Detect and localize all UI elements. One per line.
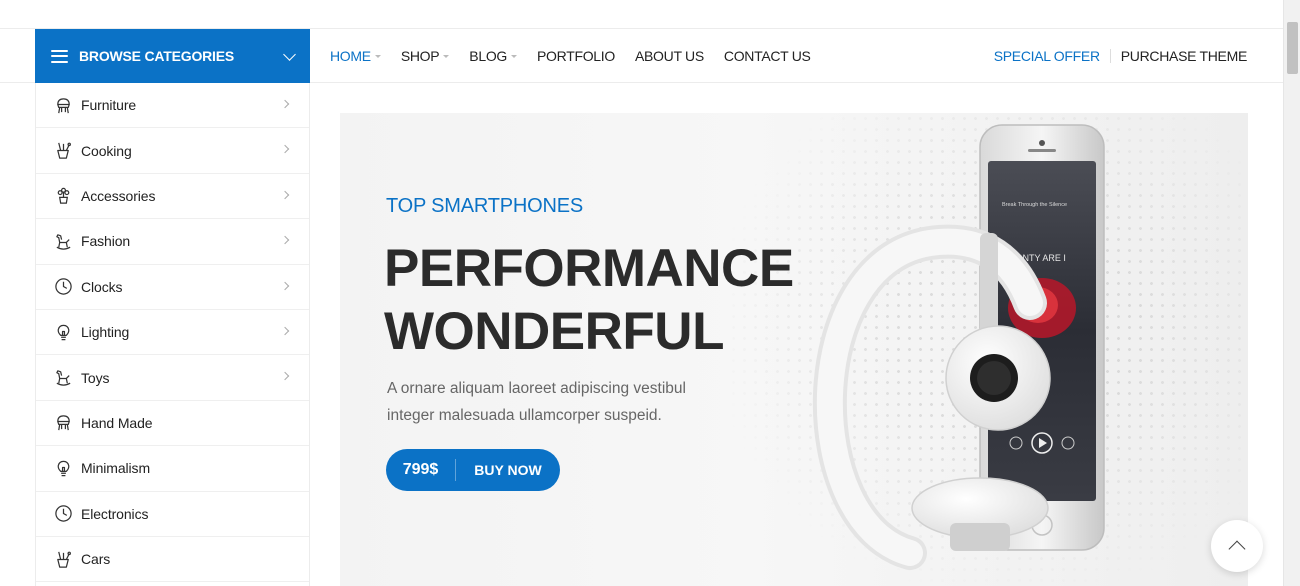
nav-label: CONTACT US: [723, 48, 811, 64]
clock-icon: [53, 504, 73, 524]
primary-nav: HOME SHOP BLOG PORTFOLIO ABOUT US CONTACT US: [330, 29, 831, 83]
phone-song-title: Break Through the Silence: [1002, 202, 1067, 208]
sidebar-item-furniture[interactable]: Furniture: [36, 83, 309, 129]
page-scrollbar[interactable]: [1283, 0, 1300, 586]
nav-blog[interactable]: BLOG: [469, 48, 518, 64]
purchase-theme-link[interactable]: PURCHASE THEME: [1121, 48, 1248, 64]
sidebar-item-label: Fashion: [81, 233, 131, 250]
nav-label: SHOP: [400, 48, 440, 64]
buy-now-button[interactable]: 799$ BUY NOW: [386, 449, 560, 491]
top-strip: [0, 0, 1283, 29]
nav-about-us[interactable]: ABOUT US: [635, 48, 704, 64]
browse-categories-label: BROWSE CATEGORIES: [79, 48, 235, 64]
sidebar-item-fashion[interactable]: Fashion: [36, 219, 309, 265]
sidebar-item-label: Lighting: [81, 324, 130, 341]
rocking-horse-icon: [53, 231, 73, 251]
hero-title-line-1: PERFORMANCE: [384, 239, 794, 298]
chair-icon: [53, 413, 73, 433]
hero-banner: TOP SMARTPHONES PERFORMANCE WONDERFUL A …: [340, 113, 1248, 586]
sidebar-item-cooking[interactable]: Cooking: [36, 128, 309, 174]
sidebar-item-lighting[interactable]: Lighting: [36, 310, 309, 356]
nav-label: BLOG: [469, 48, 508, 64]
sidebar-item-label: Minimalism: [81, 460, 151, 477]
nav-home[interactable]: HOME: [330, 48, 381, 64]
rocking-horse-icon: [53, 368, 73, 388]
sidebar-item-label: Cooking: [81, 142, 132, 159]
chair-icon: [53, 95, 73, 115]
nav-shop[interactable]: SHOP: [400, 48, 450, 64]
sidebar-item-minimalism[interactable]: Minimalism: [36, 446, 309, 492]
sidebar-item-label: Accessories: [81, 187, 156, 204]
back-to-top-button[interactable]: [1211, 520, 1263, 572]
caret-down-icon: [443, 55, 450, 58]
special-offer-link[interactable]: SPECIAL OFFER: [994, 48, 1100, 64]
caret-down-icon: [374, 55, 381, 58]
sidebar-item-label: Hand Made: [81, 414, 153, 431]
sidebar-item-electronics[interactable]: Electronics: [36, 492, 309, 537]
hero-description: A ornare aliquam laoreet adipiscing vest…: [387, 380, 686, 424]
price: 799$: [386, 459, 456, 481]
sidebar-item-toys[interactable]: Toys: [36, 355, 309, 401]
chevron-right-icon: [280, 281, 290, 290]
clock-icon: [53, 277, 73, 297]
chevron-right-icon: [280, 235, 290, 245]
chevron-right-icon: [280, 372, 290, 381]
product-image: Break Through the Silence MONTY ARE I: [812, 124, 1105, 570]
nav-label: PORTFOLIO: [537, 48, 615, 64]
chevron-right-icon: [280, 145, 290, 154]
sidebar-item-hand-made[interactable]: Hand Made: [36, 401, 309, 447]
sidebar-item-label: Cars: [81, 551, 111, 568]
chevron-right-icon: [280, 326, 290, 336]
chevron-down-icon: [283, 48, 296, 61]
chevron-right-icon: [280, 190, 290, 200]
nav-contact-us[interactable]: CONTACT US: [724, 48, 811, 64]
sidebar-item-clocks[interactable]: Clocks: [36, 265, 309, 310]
plant-icon: [53, 186, 73, 206]
nav-portfolio[interactable]: PORTFOLIO: [537, 48, 615, 64]
chevron-up-icon: [1228, 540, 1246, 558]
buy-now-label: BUY NOW: [474, 462, 542, 478]
sidebar-item-label: Furniture: [81, 97, 137, 114]
sidebar-item-cars[interactable]: Cars: [36, 537, 309, 583]
lightbulb-icon: [53, 458, 73, 478]
scrollbar-thumb[interactable]: [1287, 22, 1298, 74]
caret-down-icon: [511, 55, 518, 58]
kitchen-utensils-icon: [53, 141, 73, 161]
main-navigation-bar: BROWSE CATEGORIES HOME SHOP BLOG PORTFOLIO A…: [0, 29, 1283, 83]
nav-label: ABOUT US: [634, 48, 704, 64]
sidebar-item-label: Toys: [81, 369, 110, 386]
secondary-nav: SPECIAL OFFER PURCHASE THEME: [994, 29, 1248, 83]
hero-title: PERFORMANCE WONDERFUL: [384, 237, 794, 363]
hero-title-line-2: WONDERFUL: [384, 302, 724, 361]
nav-divider: [1109, 49, 1111, 63]
headphones: [812, 224, 1051, 570]
hero-eyebrow: TOP SMARTPHONES: [386, 195, 584, 217]
lightbulb-icon: [53, 322, 73, 342]
browse-categories-button[interactable]: BROWSE CATEGORIES: [35, 29, 310, 83]
category-sidebar: Furniture Cooking Accessories Fashion Clocks…: [35, 83, 310, 586]
chevron-right-icon: [280, 99, 290, 109]
nav-label: HOME: [330, 48, 371, 64]
sidebar-item-accessories[interactable]: Accessories: [36, 174, 309, 220]
kitchen-utensils-icon: [53, 549, 73, 569]
sidebar-item-label: Electronics: [81, 505, 149, 522]
menu-icon: [51, 49, 68, 63]
sidebar-item-label: Clocks: [81, 278, 123, 295]
